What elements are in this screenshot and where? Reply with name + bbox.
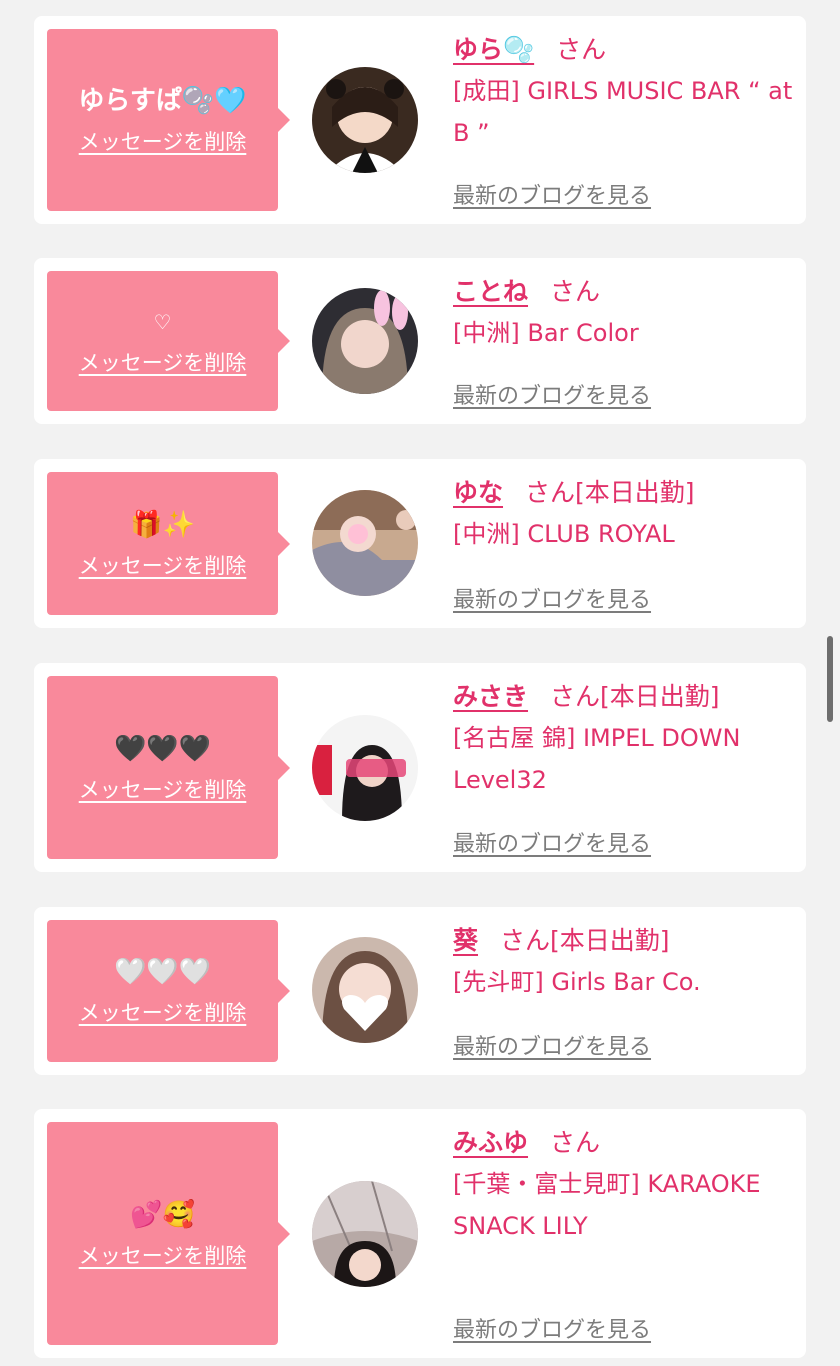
- cast-info: 葵さん[本日出勤] [先斗町] Girls Bar Co. 最新のブログを見る: [453, 921, 794, 1061]
- avatar[interactable]: [312, 1181, 418, 1287]
- avatar[interactable]: [312, 67, 418, 173]
- avatar[interactable]: [312, 937, 418, 1043]
- today-status: [本日出勤]: [600, 682, 720, 711]
- honorific: さん: [550, 277, 601, 306]
- message-bubble: 💕🥰 メッセージを削除: [47, 1122, 290, 1345]
- honorific: さん: [550, 1128, 601, 1157]
- message-text: 🤍🤍🤍: [113, 957, 212, 987]
- avatar[interactable]: [312, 490, 418, 596]
- cast-info: ゆら🫧 さん [成田] GIRLS MUSIC BAR “ at B ” 最新のブ…: [453, 30, 794, 210]
- today-status: [本日出勤]: [575, 478, 695, 507]
- cast-info: みさき さん[本日出勤] [名古屋 錦] IMPEL DOWN Level32 最…: [453, 677, 794, 858]
- cast-name-link[interactable]: 葵: [453, 926, 478, 955]
- message-text: 🖤🖤🖤: [113, 733, 212, 764]
- message-bubble: ♡ メッセージを削除: [47, 271, 290, 411]
- message-card: 💕🥰 メッセージを削除 みふゆ さん [千葉・富士見町] KARAOKE SNAC…: [34, 1109, 806, 1358]
- cast-name-link[interactable]: ゆら🫧: [453, 35, 534, 64]
- latest-blog-link[interactable]: 最新のブログを見る: [453, 1312, 651, 1344]
- message-bubble: ゆらすぱ🫧🩵 メッセージを削除: [47, 29, 290, 211]
- latest-blog-link[interactable]: 最新のブログを見る: [453, 1029, 651, 1061]
- message-card: 🎁✨ メッセージを削除 ゆな さん[本日出勤] [中洲] CLUB ROYAL 最…: [34, 459, 806, 628]
- today-status: [本日出勤]: [550, 926, 670, 955]
- latest-blog-link[interactable]: 最新のブログを見る: [453, 826, 651, 858]
- latest-blog-link[interactable]: 最新のブログを見る: [453, 582, 651, 614]
- cast-info: ことね さん [中洲] Bar Color 最新のブログを見る: [453, 272, 794, 410]
- message-text: 💕🥰: [130, 1199, 195, 1230]
- delete-message-link[interactable]: メッセージを削除: [79, 550, 247, 580]
- shop-name: [先斗町] Girls Bar Co.: [453, 968, 701, 996]
- delete-message-link[interactable]: メッセージを削除: [79, 774, 247, 804]
- shop-name: [名古屋 錦] IMPEL DOWN Level32: [453, 724, 741, 794]
- cast-name-link[interactable]: ことね: [453, 277, 528, 306]
- message-card: ゆらすぱ🫧🩵 メッセージを削除 ゆら🫧 さん [成田] GIRLS MUSIC B…: [34, 16, 806, 224]
- message-card: 🖤🖤🖤 メッセージを削除 みさき さん[本日出勤] [名古屋 錦] IMPEL D…: [34, 663, 806, 872]
- message-card: ♡ メッセージを削除 ことね さん [中洲] Bar Color 最新のブログを見…: [34, 258, 806, 424]
- message-bubble: 🤍🤍🤍 メッセージを削除: [47, 920, 290, 1062]
- delete-message-link[interactable]: メッセージを削除: [79, 347, 247, 377]
- message-bubble: 🎁✨ メッセージを削除: [47, 472, 290, 615]
- latest-blog-link[interactable]: 最新のブログを見る: [453, 178, 651, 210]
- cast-info: みふゆ さん [千葉・富士見町] KARAOKE SNACK LILY 最新のブロ…: [453, 1123, 794, 1344]
- cast-name-link[interactable]: みふゆ: [453, 1128, 528, 1157]
- shop-name: [成田] GIRLS MUSIC BAR “ at B ”: [453, 77, 793, 147]
- message-card: 🤍🤍🤍 メッセージを削除 葵さん[本日出勤] [先斗町] Girls Bar C…: [34, 907, 806, 1075]
- cast-name-link[interactable]: みさき: [453, 682, 528, 711]
- message-list: ゆらすぱ🫧🩵 メッセージを削除 ゆら🫧 さん [成田] GIRLS MUSIC B…: [0, 0, 840, 1366]
- message-bubble: 🖤🖤🖤 メッセージを削除: [47, 676, 290, 859]
- honorific: さん: [550, 682, 601, 711]
- shop-name: [中洲] CLUB ROYAL: [453, 520, 675, 548]
- latest-blog-link[interactable]: 最新のブログを見る: [453, 378, 651, 410]
- honorific: さん: [556, 35, 607, 64]
- cast-info: ゆな さん[本日出勤] [中洲] CLUB ROYAL 最新のブログを見る: [453, 473, 794, 614]
- shop-name: [中洲] Bar Color: [453, 319, 639, 347]
- message-text: ゆらすぱ🫧🩵: [78, 86, 247, 116]
- message-text: 🎁✨: [130, 509, 195, 540]
- avatar[interactable]: [312, 715, 418, 821]
- cast-name-link[interactable]: ゆな: [453, 478, 503, 507]
- message-text: ♡: [153, 310, 172, 334]
- delete-message-link[interactable]: メッセージを削除: [79, 1240, 247, 1270]
- honorific: さん: [500, 926, 551, 955]
- delete-message-link[interactable]: メッセージを削除: [79, 126, 247, 156]
- shop-name: [千葉・富士見町] KARAOKE SNACK LILY: [453, 1170, 761, 1240]
- honorific: さん: [525, 478, 576, 507]
- delete-message-link[interactable]: メッセージを削除: [79, 997, 247, 1027]
- avatar[interactable]: [312, 288, 418, 394]
- scrollbar[interactable]: [827, 636, 833, 722]
